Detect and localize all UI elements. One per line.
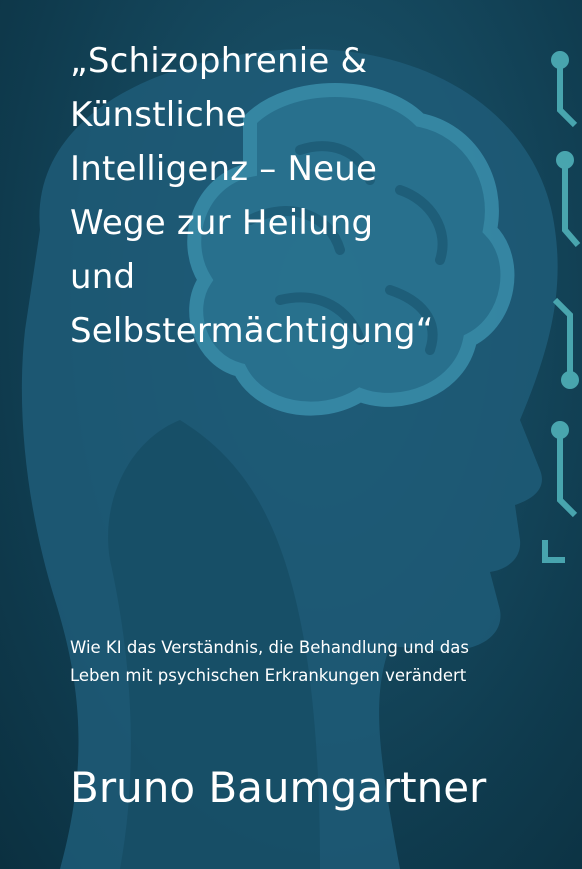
- title-line: „Schizophrenie &: [70, 41, 368, 81]
- book-title: „Schizophrenie & Künstliche Intelligenz …: [70, 34, 560, 358]
- title-line: und: [70, 257, 136, 297]
- title-line: Wege zur Heilung: [70, 203, 374, 243]
- book-cover: „Schizophrenie & Künstliche Intelligenz …: [0, 0, 582, 869]
- author-name: Bruno Baumgartner: [70, 763, 487, 812]
- book-subtitle: Wie KI das Verständnis, die Behandlung u…: [70, 634, 560, 690]
- title-line: Künstliche: [70, 95, 247, 135]
- title-line: Intelligenz – Neue: [70, 149, 378, 189]
- subtitle-line: Wie KI das Verständnis, die Behandlung u…: [70, 638, 469, 657]
- subtitle-line: Leben mit psychischen Erkrankungen verän…: [70, 666, 467, 685]
- title-line: Selbstermächtigung“: [70, 311, 434, 351]
